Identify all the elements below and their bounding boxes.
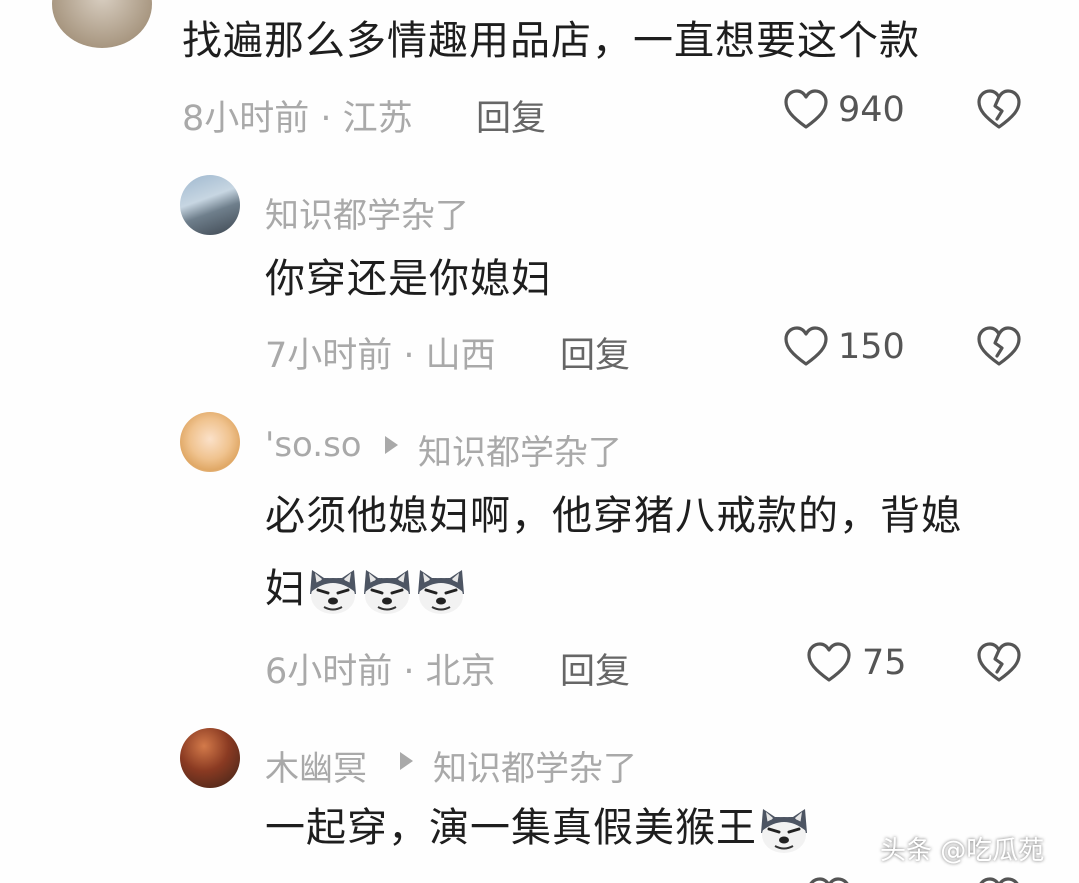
- comment-meta: 6小时前 · 北京: [265, 652, 496, 692]
- avatar[interactable]: [180, 412, 240, 472]
- reply-arrow-icon: [385, 436, 398, 454]
- reply-to-username[interactable]: 知识都学杂了: [433, 741, 637, 790]
- reply-to-username[interactable]: 知识都学杂了: [418, 425, 622, 474]
- comment-text: 一起穿，演一集真假美猴王: [265, 800, 811, 857]
- comment-text-fragment: 一起穿，演一集真假美猴王: [265, 805, 757, 851]
- username[interactable]: 木幽冥: [265, 741, 367, 790]
- reply-button[interactable]: 回复: [476, 90, 546, 141]
- reply-button[interactable]: 回复: [560, 643, 630, 694]
- comment-meta: 7小时前 · 山西: [265, 336, 496, 376]
- comment-text: 找遍那么多情趣用品店，一直想要这个款: [182, 18, 920, 64]
- like-count: 940: [838, 90, 905, 130]
- reply-arrow-icon: [400, 752, 413, 770]
- heart-icon[interactable]: [782, 323, 830, 371]
- avatar[interactable]: [180, 175, 240, 235]
- comment-text: 必须他媳妇啊，他穿猪八戒款的，背媳: [265, 493, 962, 539]
- dog-emoji-icon: [414, 564, 468, 618]
- broken-heart-icon[interactable]: [975, 86, 1023, 134]
- avatar[interactable]: [180, 728, 240, 788]
- broken-heart-icon[interactable]: [975, 639, 1023, 687]
- broken-heart-icon[interactable]: [975, 323, 1023, 371]
- like-count: 150: [838, 327, 905, 367]
- comment-text-fragment: 妇: [265, 566, 306, 612]
- reply-button[interactable]: 回复: [560, 327, 630, 378]
- comment-text-line2: 妇: [265, 561, 468, 618]
- dog-emoji-icon: [757, 803, 811, 857]
- username[interactable]: 'so.so: [265, 425, 362, 465]
- username[interactable]: 知识都学杂了: [265, 188, 469, 237]
- dog-emoji-icon: [360, 564, 414, 618]
- comment-text: 你穿还是你媳妇: [265, 256, 552, 302]
- heart-icon[interactable]: [782, 86, 830, 134]
- watermark: 头条 @吃瓜苑: [880, 836, 1045, 866]
- comment-meta: 8小时前 · 江苏: [182, 99, 413, 139]
- heart-icon[interactable]: [805, 874, 853, 883]
- like-count: 75: [862, 643, 907, 683]
- dog-emoji-icon: [306, 564, 360, 618]
- heart-icon[interactable]: [805, 639, 853, 687]
- broken-heart-icon[interactable]: [975, 874, 1023, 883]
- avatar[interactable]: [52, 0, 152, 48]
